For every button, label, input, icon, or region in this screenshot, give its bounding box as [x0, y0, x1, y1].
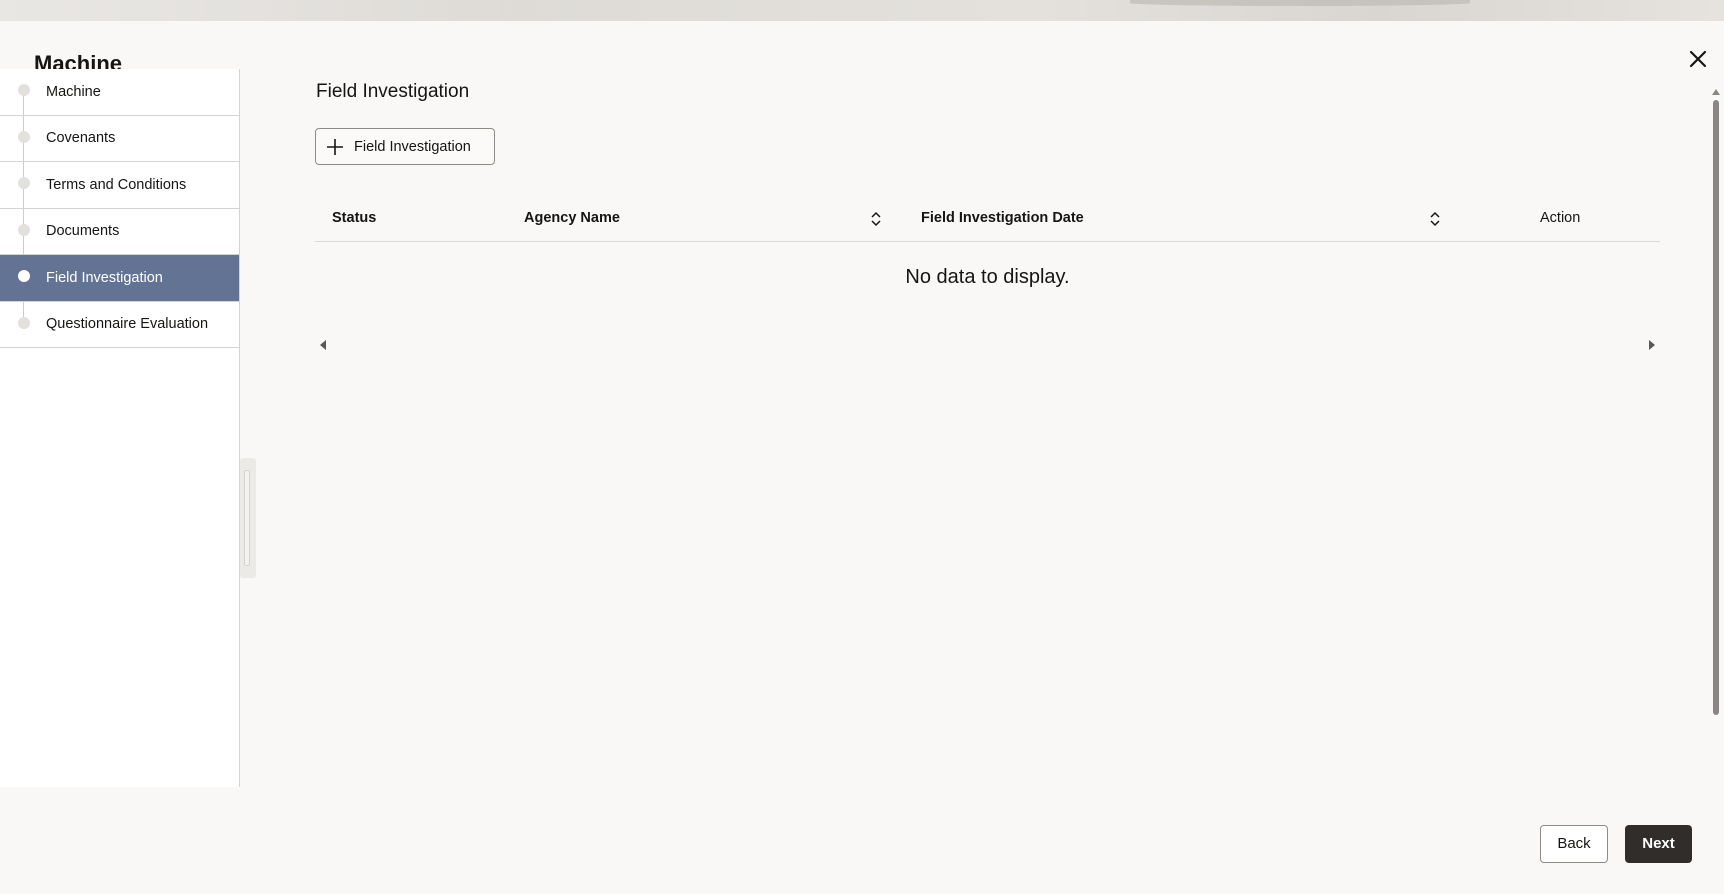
sidebar-item-terms-and-conditions[interactable]: Terms and Conditions: [0, 162, 239, 209]
close-icon[interactable]: [1684, 45, 1712, 73]
sidebar-item-label: Terms and Conditions: [46, 176, 187, 193]
splitter-grip-icon[interactable]: [244, 470, 250, 566]
sidebar-item-questionnaire-evaluation[interactable]: Questionnaire Evaluation: [0, 302, 239, 348]
scroll-right-icon[interactable]: [1647, 339, 1657, 351]
step-dot-icon: [18, 177, 30, 189]
sidebar-item-field-investigation[interactable]: Field Investigation: [0, 255, 239, 302]
plus-icon: [327, 139, 343, 155]
sidebar-item-label: Field Investigation: [46, 269, 163, 286]
sidebar-item-documents[interactable]: Documents: [0, 209, 239, 255]
next-button[interactable]: Next: [1625, 825, 1692, 863]
machine-dialog: Machine: [0, 21, 1724, 894]
vertical-scrollbar[interactable]: [1711, 88, 1721, 804]
column-header-field-investigation-date[interactable]: Field Investigation Date: [921, 210, 1084, 226]
column-header-agency-name[interactable]: Agency Name: [524, 210, 620, 226]
step-dot-icon: [18, 316, 30, 329]
train-sidebar: Machine Covenants Terms and Conditions D…: [0, 69, 240, 787]
sort-icon[interactable]: [869, 209, 883, 229]
scroll-up-icon[interactable]: [1712, 88, 1720, 96]
add-button-label: Field Investigation: [354, 139, 471, 155]
step-dot-icon: [18, 223, 30, 236]
table-header: Status Agency Name Field Investigation D…: [315, 198, 1660, 242]
background-shadow: [1130, 0, 1470, 6]
sidebar-item-label: Machine: [46, 83, 101, 100]
background-strip: [0, 0, 1724, 21]
scrollbar-thumb[interactable]: [1713, 100, 1719, 715]
page-title: Field Investigation: [316, 81, 470, 102]
sidebar-item-covenants[interactable]: Covenants: [0, 116, 239, 162]
panel-splitter[interactable]: [240, 458, 256, 578]
sidebar-item-label: Documents: [46, 223, 120, 240]
scroll-left-icon[interactable]: [318, 339, 328, 351]
back-button[interactable]: Back: [1540, 825, 1608, 863]
dialog-footer: [0, 787, 1724, 894]
column-header-status: Status: [332, 210, 377, 226]
sidebar-item-machine[interactable]: Machine: [0, 69, 239, 116]
column-header-action: Action: [1540, 210, 1581, 226]
step-dot-icon: [18, 270, 30, 282]
sidebar-item-label: Covenants: [46, 130, 116, 147]
add-field-investigation-button[interactable]: Field Investigation: [315, 128, 495, 165]
sort-icon[interactable]: [1428, 209, 1442, 229]
step-dot-icon: [18, 84, 30, 96]
empty-table-message: No data to display.: [905, 266, 1070, 288]
sidebar-item-label: Questionnaire Evaluation: [46, 316, 209, 333]
step-dot-icon: [18, 130, 30, 143]
